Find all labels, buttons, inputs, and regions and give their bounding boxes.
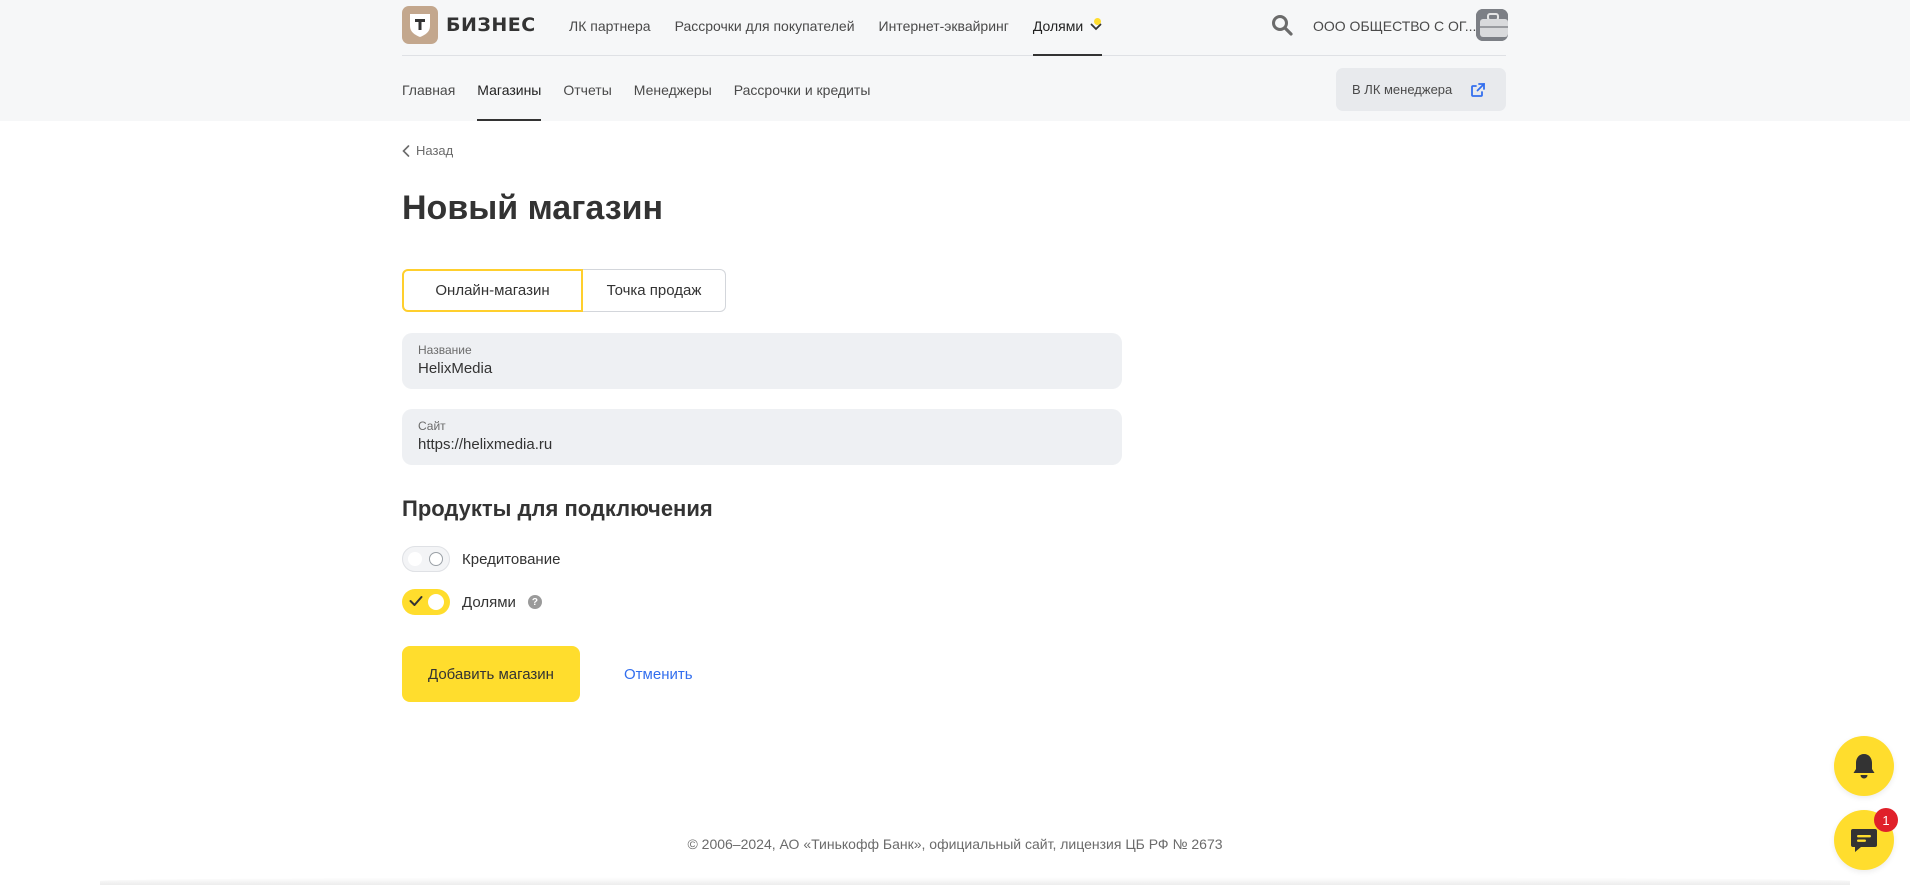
avatar[interactable] — [1476, 9, 1508, 41]
toggle-knob — [428, 594, 444, 610]
chat-unread-badge: 1 — [1874, 808, 1898, 832]
store-name-label: Название — [418, 343, 472, 357]
chat-button[interactable]: 1 — [1834, 808, 1898, 870]
tab-label: Рассрочки и кредиты — [733, 82, 871, 98]
tab-label: Главная — [402, 82, 456, 98]
logo-shield-icon — [402, 6, 438, 44]
store-name-value[interactable]: HelixMedia — [418, 358, 1106, 380]
tab-reports[interactable]: Отчеты — [563, 56, 611, 121]
toggle-track-mark — [408, 552, 422, 566]
back-label: Назад — [416, 143, 454, 158]
crediting-label: Кредитование — [462, 550, 561, 568]
manager-cabinet-label: В ЛК менеджера — [1352, 82, 1453, 97]
tab-installments-credits[interactable]: Рассрочки и кредиты — [734, 56, 871, 121]
search-icon[interactable] — [1270, 13, 1294, 37]
products-section-title: Продукты для подключения — [402, 496, 713, 521]
top-nav-label: ЛК партнера — [569, 18, 651, 34]
briefcase-icon — [1476, 9, 1508, 41]
top-header: БИЗНЕС ЛК партнера Рассрочки для покупат… — [0, 0, 1910, 121]
bottom-shadow — [100, 877, 1850, 885]
tab-main[interactable]: Главная — [402, 56, 455, 121]
chat-icon — [1851, 829, 1877, 852]
tab-label: Магазины — [477, 82, 542, 98]
footer-copyright: © 2006–2024, АО «Тинькофф Банк», официал… — [687, 836, 1223, 852]
help-icon[interactable]: ? — [527, 595, 542, 609]
top-nav-acquiring[interactable]: Интернет-эквайринг — [879, 0, 1009, 56]
top-nav-label: Долями — [1032, 18, 1084, 34]
chevron-left-icon — [402, 144, 410, 157]
store-name-field[interactable]: Название HelixMedia — [402, 333, 1122, 389]
store-type-offline-button[interactable]: Точка продаж — [583, 269, 726, 312]
tab-label: Менеджеры — [633, 82, 712, 98]
tab-label: Отчеты — [563, 82, 612, 98]
store-type-switch: Онлайн-магазин Точка продаж — [402, 269, 726, 312]
toggle-knob — [429, 552, 443, 566]
header-main-row: БИЗНЕС ЛК партнера Рассрочки для покупат… — [402, 0, 1508, 56]
product-crediting-row: Кредитование — [402, 546, 560, 572]
top-nav: ЛК партнера Рассрочки для покупателей Ин… — [569, 0, 1126, 56]
cancel-link[interactable]: Отменить — [624, 666, 693, 683]
store-site-label: Сайт — [418, 419, 446, 433]
top-nav-label: Рассрочки для покупателей — [674, 18, 855, 34]
tab-stores[interactable]: Магазины — [477, 56, 542, 121]
organization-name[interactable]: ООО ОБЩЕСТВО С ОГ... — [1313, 0, 1476, 52]
manager-cabinet-button[interactable]: В ЛК менеджера — [1336, 68, 1506, 111]
header-container: БИЗНЕС ЛК партнера Рассрочки для покупат… — [402, 0, 1508, 121]
top-nav-dolyami[interactable]: Долями — [1032, 0, 1103, 56]
external-link-icon — [1471, 82, 1485, 97]
tab-managers[interactable]: Менеджеры — [634, 56, 712, 121]
top-nav-label: Интернет-эквайринг — [878, 18, 1009, 34]
top-nav-partner[interactable]: ЛК партнера — [569, 0, 651, 56]
store-site-value[interactable]: https://helixmedia.ru — [418, 434, 1106, 456]
logo[interactable]: БИЗНЕС — [402, 6, 536, 44]
check-icon — [409, 596, 423, 606]
dolyami-label: Долями — [462, 593, 516, 611]
header-sub-row: Главная Магазины Отчеты Менеджеры Рассро… — [402, 56, 1506, 121]
page-title: Новый магазин — [402, 189, 664, 227]
back-link[interactable]: Назад — [402, 143, 453, 158]
dolyami-toggle[interactable] — [402, 589, 450, 615]
notifications-button[interactable] — [1834, 736, 1894, 796]
store-type-online-button[interactable]: Онлайн-магазин — [402, 269, 583, 312]
bell-icon — [1853, 754, 1875, 779]
store-site-field[interactable]: Сайт https://helixmedia.ru — [402, 409, 1122, 465]
top-nav-installments[interactable]: Рассрочки для покупателей — [675, 0, 855, 56]
logo-text: БИЗНЕС — [446, 14, 536, 36]
crediting-toggle[interactable] — [402, 546, 450, 572]
add-store-button[interactable]: Добавить магазин — [402, 646, 580, 702]
product-dolyami-row: Долями ? — [402, 589, 542, 615]
